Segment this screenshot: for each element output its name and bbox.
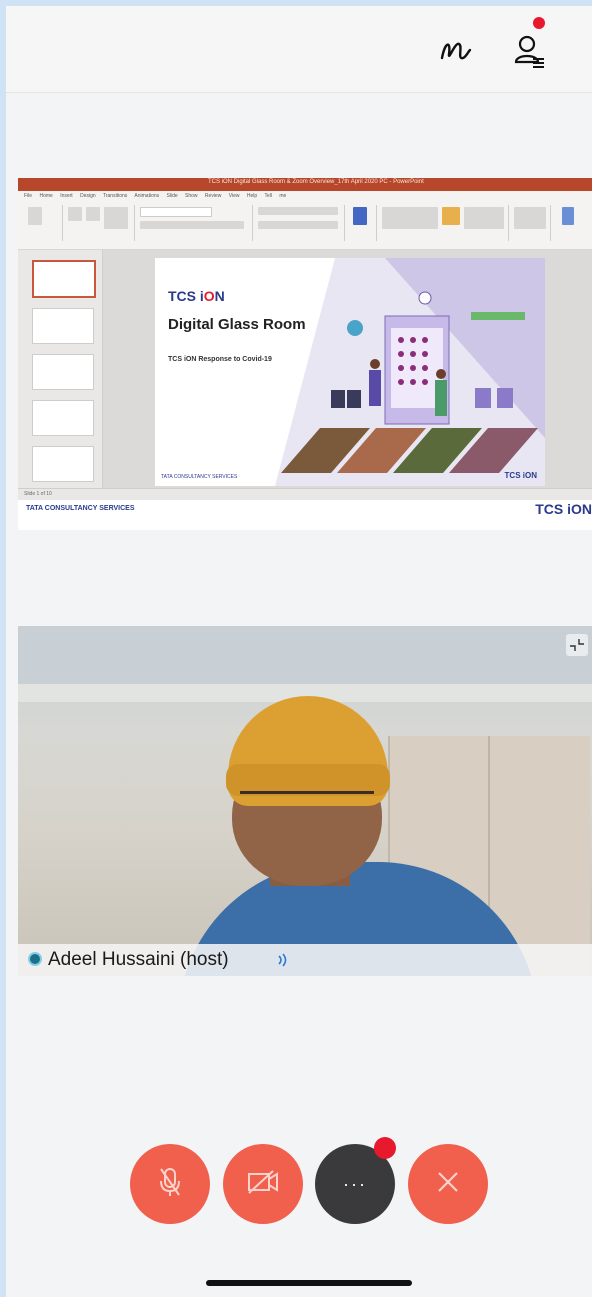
tcs-ion-logo: TCS iON [168, 288, 225, 304]
home-indicator[interactable] [206, 1280, 412, 1286]
participants-badge [533, 17, 545, 29]
speaking-icon [276, 951, 290, 972]
collapse-expand-icon[interactable] [566, 634, 588, 656]
mic-muted-icon [155, 1165, 185, 1204]
leave-meeting-button[interactable] [408, 1144, 488, 1224]
slide-corner-brand: TCS iON [504, 471, 537, 480]
more-options-icon: ··· [343, 1173, 367, 1194]
slide-thumbnail[interactable] [32, 354, 94, 390]
ppt-title-bar: TCS iON Digital Glass Room & Zoom Overvi… [18, 178, 592, 191]
top-bar [6, 6, 592, 93]
meeting-screen: TCS iON Digital Glass Room & Zoom Overvi… [6, 6, 592, 1297]
slide-title: Digital Glass Room [168, 316, 306, 333]
scribble-pen-icon[interactable] [436, 30, 476, 70]
ppt-ribbon-tabs: File Home Insert Design Transitions Anim… [24, 193, 287, 199]
slide-thumbnails [18, 250, 103, 488]
ppt-title-text: TCS iON Digital Glass Room & Zoom Overvi… [208, 179, 424, 185]
presentation-footer: TATA CONSULTANCY SERVICES TCS iON [18, 500, 592, 530]
more-options-badge [374, 1137, 396, 1159]
shared-screen: TCS iON Digital Glass Room & Zoom Overvi… [18, 178, 592, 530]
video-off-icon [245, 1167, 281, 1202]
participants-list-icon[interactable] [510, 30, 550, 70]
footer-right-brand: TCS iON [535, 501, 592, 517]
participant-name-bar: Adeel Hussaini (host) [18, 944, 592, 976]
current-slide: TCS iON Digital Glass Room TCS iON Respo… [155, 258, 545, 486]
ppt-ribbon: File Home Insert Design Transitions Anim… [18, 191, 592, 250]
slide-thumbnail[interactable] [32, 260, 96, 298]
slide-thumbnail[interactable] [32, 308, 94, 344]
slide-subtitle: TCS iON Response to Covid-19 [168, 356, 272, 363]
status-icon [28, 952, 42, 966]
slide-thumbnail[interactable] [32, 446, 94, 482]
slide-canvas: TCS iON Digital Glass Room TCS iON Respo… [103, 250, 592, 488]
mute-button[interactable] [130, 1144, 210, 1224]
close-icon [435, 1169, 461, 1200]
footer-left-brand: TATA CONSULTANCY SERVICES [26, 505, 135, 512]
participant-name: Adeel Hussaini (host) [48, 949, 229, 970]
participant-glasses [240, 791, 374, 816]
participant-video[interactable]: Adeel Hussaini (host) [18, 626, 592, 976]
slide-footer-brand: TATA CONSULTANCY SERVICES [161, 474, 238, 480]
slide-thumbnail[interactable] [32, 400, 94, 436]
video-toggle-button[interactable] [223, 1144, 303, 1224]
